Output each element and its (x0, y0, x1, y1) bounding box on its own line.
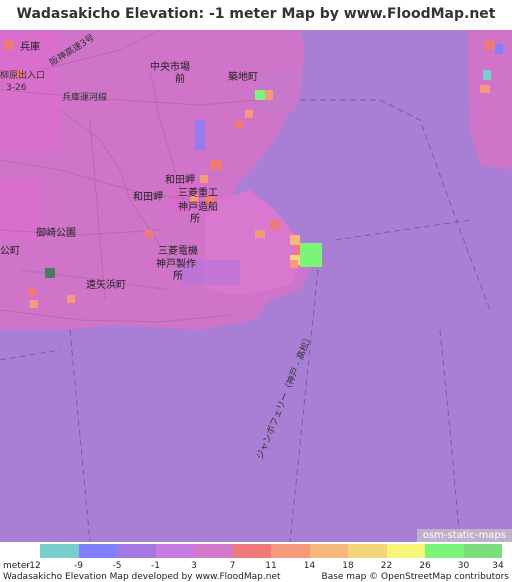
legend-swatch (271, 544, 310, 558)
label-tsukiji: 築地町 (228, 70, 258, 83)
label-mitsubishi-heavy: 三菱重工 (178, 186, 218, 199)
label-exit: 柳原出入口 (0, 69, 45, 81)
elevation-legend: meter -12 -9 -5 -1 3 7 11 14 18 22 26 30 34 Wadasaki… (0, 542, 512, 582)
legend-tick: 22 (380, 561, 393, 571)
map-canvas[interactable]: 兵庫 阪神高速3号 中央市場 前 築地町 柳原出入口 3-26 兵庫運河線 和田… (0, 30, 512, 542)
label-kobe-shipyard: 神戸造船 (178, 200, 218, 213)
label-chuo-market-mae: 前 (175, 72, 185, 85)
elevation-map[interactable]: 兵庫 阪神高速3号 中央市場 前 築地町 柳原出入口 3-26 兵庫運河線 和田… (0, 30, 512, 542)
legend-tick: 7 (229, 561, 236, 571)
legend-swatch (78, 544, 117, 558)
label-chuo-market: 中央市場 (150, 60, 190, 73)
legend-swatch (40, 544, 79, 558)
legend-tick: 3 (191, 561, 197, 571)
legend-tick: -9 (74, 561, 83, 571)
page: { "title": "Wadasakicho Elevation: -1 me… (0, 0, 512, 582)
label-route: 3-26 (6, 83, 27, 93)
legend-swatch (386, 544, 425, 558)
legend-swatch (155, 544, 194, 558)
legend-tick: -1 (151, 561, 160, 571)
legend-swatch (425, 544, 464, 558)
label-town-left: 公町 (0, 246, 20, 257)
label-wadamisaki-station: 和田岬 (165, 174, 195, 186)
legend-tick: 18 (342, 561, 354, 571)
footer-attribution: Base map © OpenStreetMap contributors (321, 572, 509, 582)
label-works-suffix: 所 (173, 270, 183, 282)
legend-tick: 26 (419, 561, 431, 571)
legend-swatch (232, 544, 271, 558)
legend-tick: -5 (112, 561, 122, 571)
page-title: Wadasakicho Elevation: -1 meter Map by w… (16, 6, 496, 50)
legend-swatch (309, 544, 348, 558)
legend-tick: 14 (303, 561, 316, 571)
label-wadamisaki: 和田岬 (133, 191, 163, 203)
legend-swatch (194, 544, 233, 558)
legend-tick: -12 (26, 561, 41, 571)
label-hyogo: 兵庫 (20, 40, 40, 53)
osm-static-maps-tag: osm-static-maps (416, 529, 512, 542)
lowland-area (195, 120, 205, 150)
label-toyahama: 遠矢浜町 (86, 278, 126, 291)
label-mitsubishi-electric: 三菱電機 (158, 244, 198, 257)
label-kobe-works: 神戸製作 (156, 257, 196, 270)
footer-credit: Wadasakicho Elevation Map developed by w… (3, 572, 281, 582)
legend-tick: 30 (457, 561, 470, 571)
label-hyogo-line: 兵庫運河線 (62, 91, 107, 103)
legend-tick: 11 (265, 561, 277, 571)
label-misaki-park: 御崎公園 (36, 226, 76, 239)
label-shipyard-suffix: 所 (190, 213, 200, 225)
legend-swatch (348, 544, 387, 558)
legend-swatch (463, 544, 502, 558)
legend-swatch (117, 544, 156, 558)
legend-tick: 34 (492, 561, 504, 571)
